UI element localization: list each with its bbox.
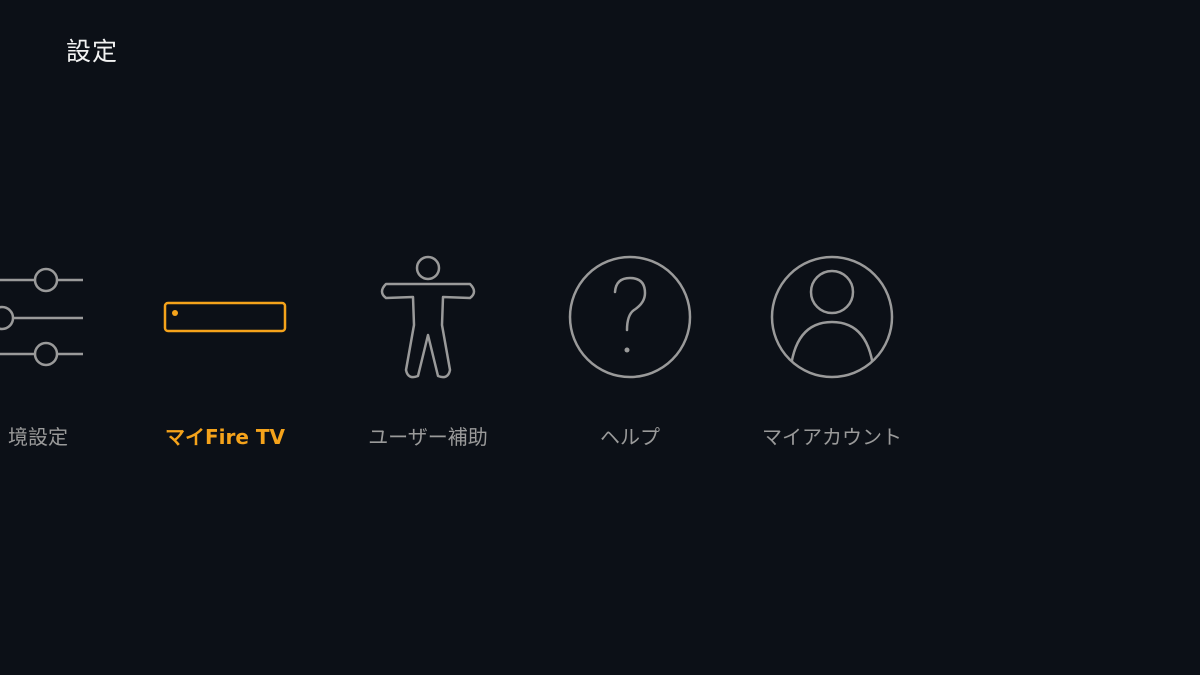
tile-accessibility[interactable]: ユーザー補助 (328, 250, 528, 460)
sliders-icon (0, 250, 138, 390)
settings-screen: 設定 境設定 マイFire TV ユーザー補助 ヘルプ マイアカウント (0, 0, 1200, 675)
account-icon (732, 250, 932, 390)
tile-label-preferences: 境設定 (8, 425, 68, 449)
tile-label-my-account: マイアカウント (762, 425, 902, 449)
help-icon (530, 250, 730, 390)
tile-label-my-fire-tv: マイFire TV (164, 425, 286, 449)
tile-label-help: ヘルプ (600, 425, 660, 449)
tile-label-accessibility: ユーザー補助 (368, 425, 488, 449)
tile-help[interactable]: ヘルプ (530, 250, 730, 460)
tile-my-fire-tv[interactable]: マイFire TV (125, 250, 325, 460)
accessibility-icon (328, 250, 528, 390)
tile-preferences[interactable]: 境設定 (0, 250, 138, 460)
tile-my-account[interactable]: マイアカウント (732, 250, 932, 460)
page-title: 設定 (66, 37, 119, 66)
fire-tv-device-icon (125, 250, 325, 390)
